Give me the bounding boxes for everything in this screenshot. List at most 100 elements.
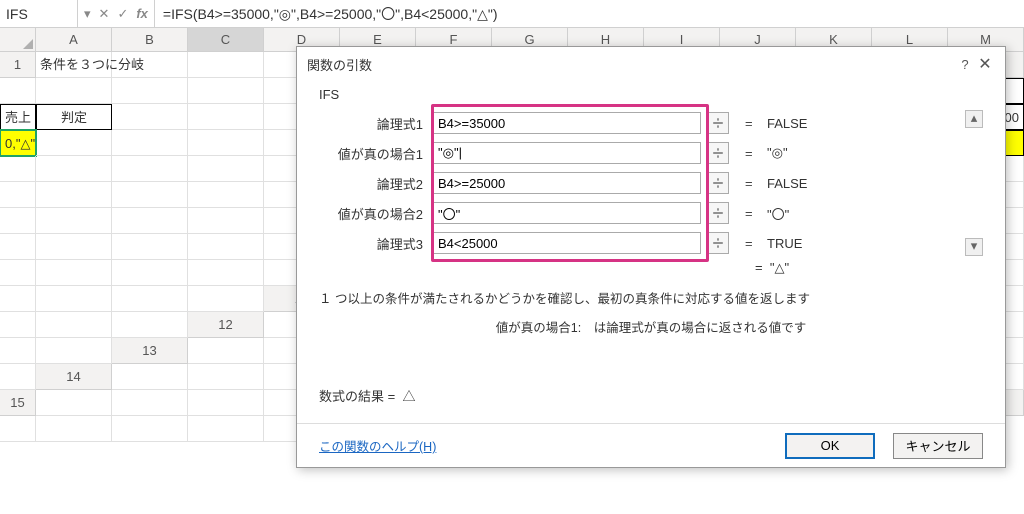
dialog-title: 関数の引数 — [307, 55, 372, 74]
cell[interactable] — [36, 416, 112, 442]
cell[interactable] — [188, 208, 264, 234]
cell[interactable] — [112, 52, 188, 78]
cell[interactable] — [0, 182, 36, 208]
cell[interactable] — [36, 182, 112, 208]
col-header[interactable]: B — [112, 28, 188, 52]
cell[interactable] — [112, 208, 188, 234]
arg-input-logical1[interactable] — [433, 112, 701, 134]
cancel-button[interactable]: キャンセル — [893, 433, 983, 459]
cell[interactable] — [0, 338, 36, 364]
formula-bar-controls: ▾ ✕ ✓ fx — [78, 0, 155, 27]
cell[interactable]: 条件を３つに分岐 — [36, 52, 112, 78]
arg-input-logical3[interactable] — [433, 232, 701, 254]
fx-icon[interactable]: fx — [136, 6, 148, 21]
scroll-up-icon[interactable]: ▴ — [965, 110, 983, 128]
ok-button[interactable]: OK — [785, 433, 875, 459]
dropdown-icon[interactable]: ▾ — [84, 6, 91, 22]
row-header[interactable]: 12 — [188, 312, 264, 338]
cell[interactable] — [36, 208, 112, 234]
arg-label: 論理式1 — [319, 114, 427, 133]
cell[interactable] — [0, 234, 36, 260]
cell[interactable] — [0, 286, 36, 312]
arg-label: 論理式2 — [319, 174, 427, 193]
cell[interactable] — [112, 286, 188, 312]
arg-input-value1[interactable] — [433, 142, 701, 164]
cell[interactable] — [112, 390, 188, 416]
cell[interactable] — [188, 416, 264, 442]
cell[interactable]: 判定 — [36, 104, 112, 130]
cell[interactable] — [0, 260, 36, 286]
cell[interactable] — [36, 234, 112, 260]
cell[interactable] — [188, 104, 264, 130]
cell[interactable] — [36, 78, 112, 104]
cell[interactable] — [0, 416, 36, 442]
cell-active[interactable]: 0,"△") — [0, 130, 36, 156]
arg-result: TRUE — [767, 236, 802, 251]
collapse-dialog-icon[interactable] — [707, 112, 729, 134]
scroll-down-icon[interactable]: ▾ — [965, 238, 983, 256]
cell[interactable] — [112, 260, 188, 286]
cell[interactable] — [188, 234, 264, 260]
arg-input-value2[interactable] — [433, 202, 701, 224]
cell[interactable] — [188, 182, 264, 208]
equals-icon: = — [745, 236, 757, 251]
arg-input-logical2[interactable] — [433, 172, 701, 194]
cell[interactable] — [0, 208, 36, 234]
cell[interactable] — [36, 338, 112, 364]
cancel-icon[interactable]: ✕ — [99, 6, 110, 22]
cell[interactable]: 売上 — [0, 104, 36, 130]
cell[interactable] — [188, 78, 264, 104]
function-name: IFS — [319, 87, 983, 102]
collapse-dialog-icon[interactable] — [707, 142, 729, 164]
collapse-dialog-icon[interactable] — [707, 172, 729, 194]
cell[interactable] — [188, 52, 264, 78]
cell[interactable] — [112, 312, 188, 338]
row-header[interactable]: 14 — [36, 364, 112, 390]
enter-icon[interactable]: ✓ — [117, 6, 128, 22]
formula-bar-row: IFS ▾ ✕ ✓ fx =IFS(B4>=35000,"◎",B4>=2500… — [0, 0, 1024, 28]
row-header[interactable]: 1 — [0, 52, 36, 78]
cell[interactable] — [188, 364, 264, 390]
equals-icon: = — [745, 176, 757, 191]
cell[interactable] — [112, 364, 188, 390]
cell[interactable] — [112, 130, 188, 156]
cell[interactable] — [188, 130, 264, 156]
cell[interactable] — [112, 156, 188, 182]
cell[interactable] — [188, 338, 264, 364]
cell[interactable] — [0, 312, 36, 338]
cell[interactable] — [112, 416, 188, 442]
cell[interactable] — [0, 364, 36, 390]
collapse-dialog-icon[interactable] — [707, 232, 729, 254]
select-all-corner[interactable] — [0, 28, 36, 52]
cell[interactable] — [36, 390, 112, 416]
col-header[interactable]: A — [36, 28, 112, 52]
row-header[interactable]: 15 — [0, 390, 36, 416]
cell[interactable] — [36, 260, 112, 286]
cell[interactable] — [36, 130, 112, 156]
cell[interactable] — [36, 312, 112, 338]
cell[interactable] — [112, 78, 188, 104]
arg-label: 論理式3 — [319, 234, 427, 253]
arg-label: 値が真の場合2 — [319, 204, 427, 223]
cell[interactable] — [188, 260, 264, 286]
cell[interactable] — [0, 156, 36, 182]
cell[interactable] — [188, 286, 264, 312]
cell[interactable] — [0, 78, 36, 104]
cell[interactable] — [112, 182, 188, 208]
dialog-titlebar[interactable]: 関数の引数 ? ✕ — [297, 47, 1005, 81]
close-icon[interactable]: ✕ — [975, 54, 995, 74]
cell[interactable] — [188, 156, 264, 182]
help-icon[interactable]: ? — [955, 57, 975, 72]
cell[interactable] — [36, 156, 112, 182]
cell[interactable] — [188, 390, 264, 416]
cell[interactable] — [36, 286, 112, 312]
name-box[interactable]: IFS — [0, 0, 78, 27]
cell[interactable] — [112, 234, 188, 260]
collapse-dialog-icon[interactable] — [707, 202, 729, 224]
help-link[interactable]: この関数のヘルプ(H) — [319, 436, 436, 455]
function-description: １ つ以上の条件が満たされるかどうかを確認し、最初の真条件に対応する値を返します — [319, 288, 983, 307]
cell[interactable] — [112, 104, 188, 130]
formula-input[interactable]: =IFS(B4>=35000,"◎",B4>=25000,"〇",B4<2500… — [155, 0, 1024, 27]
col-header[interactable]: C — [188, 28, 264, 52]
row-header[interactable]: 13 — [112, 338, 188, 364]
